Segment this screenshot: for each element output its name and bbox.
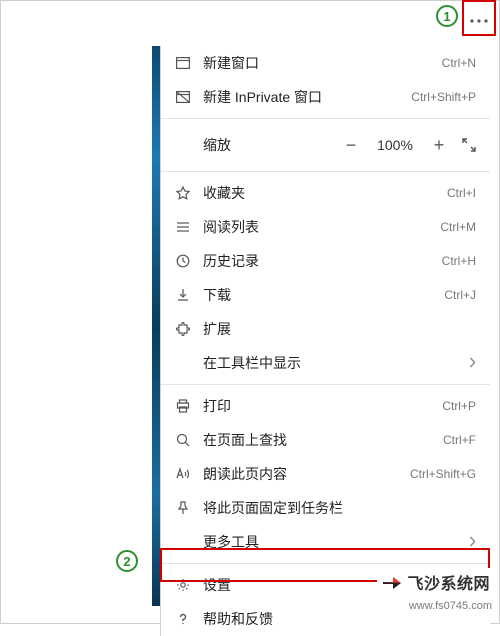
callout-badge-2: 2 xyxy=(116,550,138,572)
menu-item-extensions[interactable]: 扩展 xyxy=(161,312,490,346)
menu-shortcut: Ctrl+Shift+P xyxy=(411,90,476,104)
star-icon xyxy=(173,186,193,200)
menu-item-more-tools[interactable]: 更多工具 xyxy=(161,525,490,559)
zoom-percent: 100% xyxy=(374,137,416,153)
zoom-out-button[interactable]: − xyxy=(342,135,360,156)
menu-separator xyxy=(161,563,490,564)
pin-icon xyxy=(173,501,193,515)
extensions-icon xyxy=(173,322,193,336)
ellipsis-icon xyxy=(470,10,488,26)
read-aloud-icon xyxy=(173,467,193,481)
menu-separator xyxy=(161,171,490,172)
menu-item-show-in-toolbar[interactable]: 在工具栏中显示 xyxy=(161,346,490,380)
menu-item-new-inprivate[interactable]: 新建 InPrivate 窗口 Ctrl+Shift+P xyxy=(161,80,490,114)
menu-shortcut: Ctrl+I xyxy=(447,186,476,200)
menu-label: 新建 InPrivate 窗口 xyxy=(203,87,411,107)
menu-item-history[interactable]: 历史记录 Ctrl+H xyxy=(161,244,490,278)
menu-label: 打印 xyxy=(203,396,442,416)
menu-item-read-aloud[interactable]: 朗读此页内容 Ctrl+Shift+G xyxy=(161,457,490,491)
menu-item-downloads[interactable]: 下载 Ctrl+J xyxy=(161,278,490,312)
menu-item-reading-list[interactable]: 阅读列表 Ctrl+M xyxy=(161,210,490,244)
menu-shortcut: Ctrl+Shift+G xyxy=(410,467,476,481)
menu-shortcut: Ctrl+J xyxy=(444,288,476,302)
menu-item-zoom: 缩放 − 100% + xyxy=(161,123,490,167)
window-icon xyxy=(173,57,193,69)
menu-label: 下载 xyxy=(203,285,444,305)
settings-menu: 新建窗口 Ctrl+N 新建 InPrivate 窗口 Ctrl+Shift+P… xyxy=(160,46,490,636)
menu-label: 朗读此页内容 xyxy=(203,464,410,484)
watermark-logo: 飞沙系统网 xyxy=(377,568,494,596)
menu-separator xyxy=(161,118,490,119)
zoom-in-button[interactable]: + xyxy=(430,135,448,156)
history-icon xyxy=(173,254,193,268)
menu-label: 历史记录 xyxy=(203,251,442,271)
menu-label: 扩展 xyxy=(203,319,476,339)
menu-item-favorites[interactable]: 收藏夹 Ctrl+I xyxy=(161,176,490,210)
menu-item-print[interactable]: 打印 Ctrl+P xyxy=(161,389,490,423)
menu-shortcut: Ctrl+P xyxy=(442,399,476,413)
chevron-right-icon xyxy=(469,355,476,371)
gear-icon xyxy=(173,578,193,592)
search-icon xyxy=(173,433,193,447)
watermark-url: www.fs0745.com xyxy=(409,600,492,612)
menu-item-find[interactable]: 在页面上查找 Ctrl+F xyxy=(161,423,490,457)
inprivate-icon xyxy=(173,91,193,103)
download-icon xyxy=(173,288,193,302)
menu-label: 收藏夹 xyxy=(203,183,447,203)
menu-label: 在页面上查找 xyxy=(203,430,443,450)
menu-label: 将此页面固定到任务栏 xyxy=(203,498,476,518)
menu-shortcut: Ctrl+H xyxy=(442,254,476,268)
zoom-label: 缩放 xyxy=(203,135,342,155)
menu-label: 更多工具 xyxy=(203,532,469,552)
menu-shortcut: Ctrl+N xyxy=(442,56,476,70)
reading-list-icon xyxy=(173,221,193,233)
menu-shortcut: Ctrl+F xyxy=(443,433,476,447)
callout-badge-1: 1 xyxy=(436,5,458,27)
chevron-right-icon xyxy=(469,534,476,550)
menu-item-pin-taskbar[interactable]: 将此页面固定到任务栏 xyxy=(161,491,490,525)
fullscreen-button[interactable] xyxy=(462,138,476,152)
menu-label: 帮助和反馈 xyxy=(203,609,476,629)
menu-label: 在工具栏中显示 xyxy=(203,353,469,373)
menu-item-new-window[interactable]: 新建窗口 Ctrl+N xyxy=(161,46,490,80)
menu-shortcut: Ctrl+M xyxy=(440,220,476,234)
zoom-controls: − 100% + xyxy=(342,135,476,156)
menu-separator xyxy=(161,384,490,385)
menu-label: 新建窗口 xyxy=(203,53,442,73)
arrow-logo-icon xyxy=(381,571,403,593)
watermark-brand: 飞沙系统网 xyxy=(407,570,490,594)
print-icon xyxy=(173,399,193,413)
menu-label: 阅读列表 xyxy=(203,217,440,237)
more-options-button[interactable] xyxy=(462,0,496,36)
